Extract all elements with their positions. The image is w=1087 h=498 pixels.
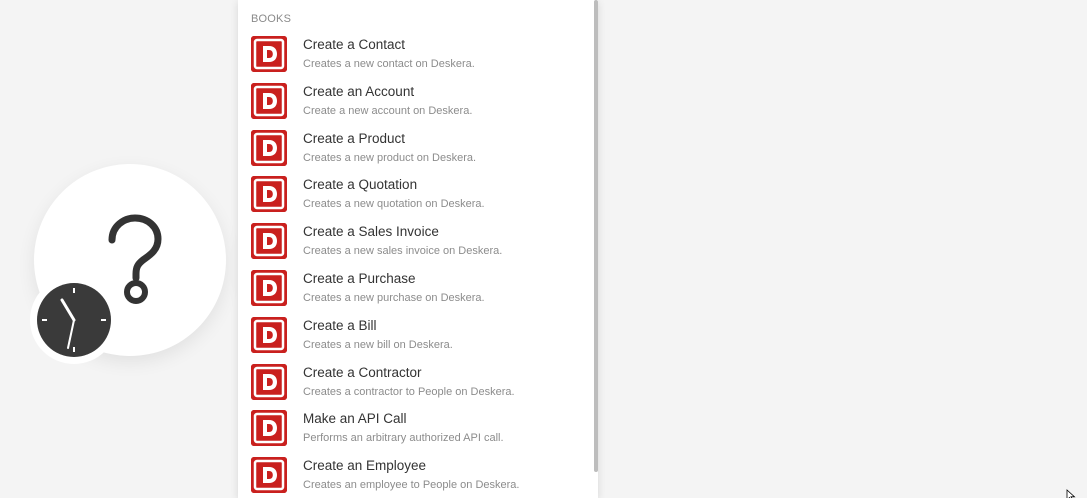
action-title: Create a Contractor (303, 364, 422, 380)
action-description: Creates a new product on Deskera. (303, 151, 477, 164)
deskera-icon (251, 176, 287, 213)
action-item[interactable]: Create a Contact Creates a new contact on… (238, 33, 594, 80)
action-item[interactable]: Create an Employee Creates an employee to… (238, 454, 594, 498)
action-title: Create a Purchase (303, 270, 416, 286)
action-description: Creates a contractor to People on Desker… (303, 385, 515, 398)
action-item[interactable]: Create an Account Create a new account on… (238, 80, 594, 127)
action-description: Creates a new quotation on Deskera. (303, 198, 485, 211)
deskera-icon (251, 129, 287, 166)
action-item[interactable]: Create a Purchase Creates a new purchase … (238, 267, 594, 314)
action-description: Creates a new contact on Deskera. (303, 58, 475, 70)
action-item[interactable]: Create a Sales Invoice Creates a new sale… (238, 220, 594, 267)
action-title: Create a Sales Invoice (303, 224, 439, 240)
clock-icon (37, 283, 111, 357)
deskera-icon (251, 223, 287, 260)
action-list: Create a Contact Creates a new contact on… (238, 33, 594, 498)
deskera-icon (251, 457, 287, 494)
deskera-icon (251, 363, 287, 400)
action-description: Create a new account on Deskera. (303, 104, 473, 117)
module-picker-panel[interactable]: BOOKS Create a Contact Creates a new cont… (238, 0, 598, 498)
action-item[interactable]: Create a Product Creates a new product on… (238, 127, 594, 174)
deskera-icon (251, 269, 287, 306)
action-title: Create a Contact (303, 37, 406, 52)
scrollbar[interactable] (594, 0, 598, 472)
section-header: BOOKS (251, 13, 292, 25)
action-item[interactable]: Create a Quotation Creates a new quotatio… (238, 173, 594, 220)
action-item[interactable]: Make an API Call Performs an arbitrary au… (238, 407, 594, 454)
action-title: Make an API Call (303, 411, 407, 427)
action-title: Create an Employee (303, 458, 427, 474)
action-item[interactable]: Create a Bill Creates a new bill on Deske… (238, 314, 594, 361)
clock-badge[interactable] (30, 276, 118, 364)
action-description: Creates a new sales invoice on Deskera. (303, 245, 503, 258)
action-description: Performs an arbitrary authorized API cal… (303, 432, 504, 445)
action-description: Creates a new purchase on Deskera. (303, 291, 485, 304)
action-description: Creates an employee to People on Deskera… (303, 479, 520, 492)
deskera-icon (251, 316, 287, 353)
action-title: Create a Bill (303, 317, 377, 333)
action-title: Create an Account (303, 83, 415, 99)
deskera-icon (251, 36, 287, 72)
deskera-icon (251, 82, 287, 119)
action-title: Create a Quotation (303, 177, 418, 193)
action-item[interactable]: Create a Contractor Creates a contractor … (238, 361, 594, 408)
mouse-cursor-icon (1066, 489, 1076, 498)
deskera-icon (251, 410, 287, 447)
action-description: Creates a new bill on Deskera. (303, 338, 453, 351)
action-title: Create a Product (303, 130, 406, 146)
scenario-canvas[interactable]: BOOKS Create a Contact Creates a new cont… (0, 0, 1087, 498)
